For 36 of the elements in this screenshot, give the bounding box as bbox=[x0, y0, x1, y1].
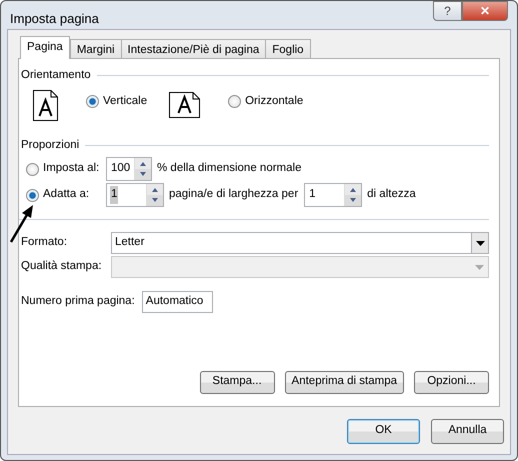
action-button[interactable]: Stampa... bbox=[200, 370, 275, 394]
field-label: Qualità stampa: bbox=[21, 259, 103, 274]
ok-button[interactable]: OK bbox=[347, 418, 420, 444]
help-button[interactable]: ? bbox=[433, 1, 462, 21]
field-suffix: di altezza bbox=[367, 187, 416, 202]
spin-value: 100 bbox=[110, 161, 132, 176]
landscape-page-icon bbox=[169, 92, 200, 118]
tab[interactable]: Intestazione/Piè di pagina bbox=[120, 38, 266, 58]
action-button[interactable]: Opzioni... bbox=[414, 370, 489, 394]
group-title: Orientamento bbox=[21, 68, 91, 82]
first-page-number-field[interactable]: Automatico bbox=[142, 291, 213, 313]
field-label: Formato: bbox=[21, 235, 68, 250]
radio-option[interactable]: Adatta a: bbox=[26, 186, 106, 204]
cancel-button[interactable]: Annulla bbox=[431, 418, 504, 444]
spin-field[interactable]: 1 bbox=[304, 183, 362, 207]
field-suffix: % della dimensione normale bbox=[157, 161, 302, 176]
spin-arrows-icon[interactable] bbox=[146, 184, 163, 206]
group-title: Proporzioni bbox=[21, 138, 80, 153]
radio-option[interactable]: Imposta al: bbox=[26, 160, 106, 178]
action-button[interactable]: Anteprima di stampa bbox=[284, 370, 404, 394]
field-suffix: pagina/e di larghezza per bbox=[169, 187, 298, 202]
spin-arrows-icon[interactable] bbox=[134, 158, 151, 180]
portrait-page-icon bbox=[33, 90, 58, 121]
radio-option[interactable]: Verticale bbox=[86, 92, 148, 110]
tab[interactable]: Foglio bbox=[265, 38, 311, 58]
tab[interactable]: Pagina bbox=[20, 36, 70, 58]
spin-arrows-icon[interactable] bbox=[344, 184, 362, 206]
spin-field[interactable]: 100 bbox=[106, 157, 152, 181]
spin-value: 1 bbox=[110, 186, 118, 204]
tab[interactable]: Margini bbox=[70, 38, 122, 58]
field-label: Numero prima pagina: bbox=[21, 294, 135, 310]
window-title: Imposta pagina bbox=[10, 10, 99, 28]
spin-field[interactable]: 1 bbox=[106, 183, 164, 207]
radio-option[interactable]: Orizzontale bbox=[228, 92, 304, 110]
spin-value: 1 bbox=[308, 187, 317, 202]
paper-size-select[interactable]: Letter bbox=[111, 232, 489, 254]
